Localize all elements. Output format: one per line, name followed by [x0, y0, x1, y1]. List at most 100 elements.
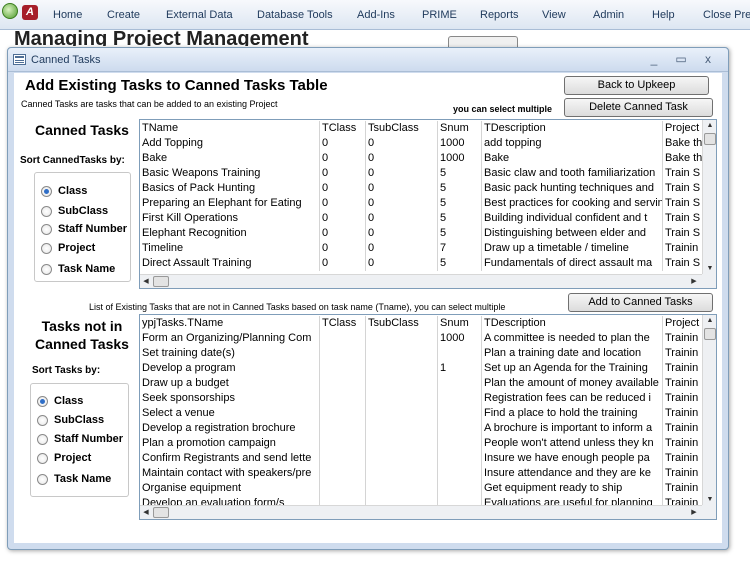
window-titlebar[interactable]: Canned Tasks _ ▭ x [8, 48, 728, 72]
close-button[interactable]: x [699, 51, 717, 67]
radio-icon[interactable] [41, 242, 52, 254]
scroll-thumb[interactable] [704, 133, 716, 145]
menu-home[interactable]: Home [53, 9, 82, 21]
list-cell [366, 391, 438, 406]
list-cell: Develop a program [140, 361, 320, 376]
menu-admin[interactable]: Admin [593, 9, 624, 21]
list-cell: Trainin [663, 406, 703, 421]
sort-canned-staff-number-option[interactable]: Staff Number [41, 222, 127, 236]
menu-help[interactable]: Help [652, 9, 675, 21]
column-header[interactable]: Snum [438, 316, 482, 331]
delete-canned-task-button[interactable]: Delete Canned Task [564, 98, 713, 117]
scroll-thumb[interactable] [704, 328, 716, 340]
column-header[interactable]: TsubClass [366, 316, 438, 331]
vertical-scrollbar[interactable]: ▲ ▼ [702, 120, 716, 276]
sort-tasks-task-name-option[interactable]: Task Name [37, 472, 111, 486]
list-cell: 0 [366, 166, 438, 181]
vertical-scrollbar[interactable]: ▲ ▼ [702, 315, 716, 507]
sort-canned-class-option[interactable]: Class [41, 184, 87, 198]
list-cell: 0 [320, 211, 366, 226]
canned-tasks-listbox[interactable]: TName TClass TsubClass Snum TDescription… [139, 119, 717, 289]
radio-icon[interactable] [41, 263, 52, 275]
access-logo-icon[interactable]: A [22, 5, 38, 20]
scroll-thumb[interactable] [153, 507, 169, 518]
column-header[interactable]: TDescription [482, 121, 663, 136]
menu-reports[interactable]: Reports [480, 9, 519, 21]
radio-icon[interactable] [41, 223, 52, 235]
tasks-not-in-canned-listbox[interactable]: ypjTasks.TName TClass TsubClass Snum TDe… [139, 314, 717, 520]
list-cell: Train S [663, 226, 703, 241]
list-cell [438, 436, 482, 451]
menu-add-ins[interactable]: Add-Ins [357, 9, 395, 21]
list-cell: Building individual confident and t [482, 211, 663, 226]
radio-checked-icon[interactable] [37, 395, 48, 407]
column-header[interactable]: Project [663, 121, 703, 136]
column-header[interactable]: TName [140, 121, 320, 136]
list-cell: Bake [140, 151, 320, 166]
scroll-left-icon[interactable]: ◀ [140, 506, 152, 519]
menu-close-prev[interactable]: Close Prev [703, 9, 750, 21]
list-cell [366, 361, 438, 376]
column-header[interactable]: TsubClass [366, 121, 438, 136]
menu-create[interactable]: Create [107, 9, 140, 21]
sort-canned-task-name-option[interactable]: Task Name [41, 262, 115, 276]
sort-tasks-subclass-option[interactable]: SubClass [37, 413, 104, 427]
scroll-left-icon[interactable]: ◀ [140, 275, 152, 288]
menu-database-tools[interactable]: Database Tools [257, 9, 333, 21]
list-cell [366, 451, 438, 466]
column-header[interactable]: TClass [320, 316, 366, 331]
scrollbar-corner [702, 274, 716, 288]
list-cell [320, 466, 366, 481]
maximize-button[interactable]: ▭ [672, 51, 690, 67]
list-cell: 0 [320, 181, 366, 196]
menu-view[interactable]: View [542, 9, 566, 21]
list-cell: Trainin [663, 466, 703, 481]
sort-tasks-project-option[interactable]: Project [37, 451, 91, 465]
list-cell: Develop a registration brochure [140, 421, 320, 436]
list-cell: Trainin [663, 481, 703, 496]
radio-icon[interactable] [41, 205, 52, 217]
list-cell: People won't attend unless they kn [482, 436, 663, 451]
column-header[interactable]: TDescription [482, 316, 663, 331]
menu-prime[interactable]: PRIME [422, 9, 457, 21]
scroll-right-icon[interactable]: ▶ [688, 275, 700, 288]
sort-canned-option-group: Class SubClass Staff Number Project Task… [34, 172, 131, 282]
scroll-up-icon[interactable]: ▲ [703, 315, 716, 327]
list-cell: 0 [320, 136, 366, 151]
list-cell: 0 [366, 256, 438, 271]
list-cell: Trainin [663, 376, 703, 391]
back-to-upkeep-button[interactable]: Back to Upkeep [564, 76, 709, 95]
tasks-not-in-canned-title-line2: Canned Tasks [35, 336, 129, 352]
scroll-thumb[interactable] [153, 276, 169, 287]
horizontal-scrollbar[interactable]: ◀ ▶ [140, 274, 702, 288]
column-header[interactable]: Snum [438, 121, 482, 136]
select-multiple-hint: you can select multiple [453, 104, 553, 114]
column-header[interactable]: Project [663, 316, 703, 331]
column-header[interactable]: ypjTasks.TName [140, 316, 320, 331]
radio-icon[interactable] [37, 433, 48, 445]
option-label: SubClass [54, 414, 105, 426]
sort-canned-subclass-option[interactable]: SubClass [41, 204, 108, 218]
scroll-up-icon[interactable]: ▲ [703, 120, 716, 132]
radio-checked-icon[interactable] [41, 185, 52, 197]
list-cell: Elephant Recognition [140, 226, 320, 241]
horizontal-scrollbar[interactable]: ◀ ▶ [140, 505, 702, 519]
list-cell: 1000 [438, 136, 482, 151]
scroll-right-icon[interactable]: ▶ [688, 506, 700, 519]
option-label: Task Name [54, 473, 112, 485]
radio-icon[interactable] [37, 452, 48, 464]
radio-icon[interactable] [37, 414, 48, 426]
add-to-canned-tasks-button[interactable]: Add to Canned Tasks [568, 293, 713, 312]
list-cell: Bake th [665, 151, 703, 166]
app-icon[interactable] [2, 3, 18, 19]
list-cell [438, 406, 482, 421]
sort-tasks-staff-number-option[interactable]: Staff Number [37, 432, 123, 446]
menu-external-data[interactable]: External Data [166, 9, 233, 21]
radio-icon[interactable] [37, 473, 48, 485]
sort-canned-project-option[interactable]: Project [41, 241, 95, 255]
sort-tasks-class-option[interactable]: Class [37, 394, 83, 408]
column-header[interactable]: TClass [320, 121, 366, 136]
list-cell: 0 [366, 196, 438, 211]
list-cell: Find a place to hold the training [482, 406, 663, 421]
minimize-button[interactable]: _ [645, 51, 663, 67]
